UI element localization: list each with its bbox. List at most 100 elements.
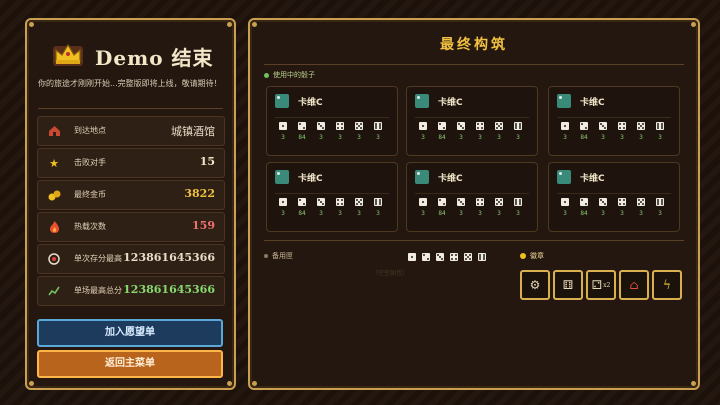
intro-text: 你的旅途才刚刚开始...完整版即将上线，敬请期待！ [38, 79, 222, 88]
die-face-value: 84 [438, 210, 446, 217]
die-face [374, 122, 382, 130]
dice-card[interactable]: 卡维C 3 84 3 3 3 3 [266, 86, 398, 156]
corner-rivet [691, 381, 696, 386]
dice-card-name: 卡维C [298, 98, 323, 108]
stat-value: 123861645366 [123, 283, 215, 296]
corner-rivet [227, 381, 232, 386]
die-face [514, 122, 522, 130]
house-up-icon[interactable]: ⌂ [619, 270, 649, 300]
die-face [476, 198, 484, 206]
die-face [618, 122, 626, 130]
die-face-value: 3 [478, 134, 482, 141]
character-avatar [275, 170, 289, 184]
die-face [637, 122, 645, 130]
die-face-value: 84 [580, 134, 588, 141]
die-face [561, 198, 569, 206]
tavern-icon [47, 124, 61, 138]
die-face [336, 198, 344, 206]
dice-card-name: 卡维C [438, 98, 463, 108]
die-face-value: 3 [281, 210, 285, 217]
dice-card-name: 卡维C [298, 174, 323, 184]
stat-location: 到达地点 城镇酒馆 [37, 116, 225, 146]
stat-value: 城镇酒馆 [171, 125, 215, 138]
die-face [279, 122, 287, 130]
stat-label: 热载次数 [74, 222, 106, 231]
die-face [580, 198, 588, 206]
die-face-value: 3 [639, 134, 643, 141]
dice-x2-icon[interactable]: ⚁ x2 [586, 270, 616, 300]
page-title: Demo 结束 [95, 46, 214, 70]
dice-card[interactable]: 卡维C 3 84 3 3 3 3 [548, 162, 680, 232]
empty-bench-text: （空空如也） [372, 270, 409, 277]
die-face-value: 3 [601, 210, 605, 217]
bench-die[interactable] [436, 253, 444, 261]
bench-label: 备用匣 [264, 251, 293, 261]
die-face-value: 3 [516, 210, 520, 217]
stat-best-total: 单场最高总分 123861645366 [37, 276, 225, 306]
bench-die[interactable] [450, 253, 458, 261]
die-face-value: 84 [298, 210, 306, 217]
badge-label: 徽章 [520, 251, 544, 261]
die-face [514, 198, 522, 206]
target-icon [47, 252, 61, 266]
dice-icon[interactable]: ⚅ [553, 270, 583, 300]
bench-die[interactable] [408, 253, 416, 261]
lightning-icon[interactable]: ϟ [652, 270, 682, 300]
die-face-value: 84 [438, 134, 446, 141]
die-face [457, 122, 465, 130]
die-face-value: 3 [516, 134, 520, 141]
die-face-value: 3 [376, 134, 380, 141]
dice-card[interactable]: 卡维C 3 84 3 3 3 3 [406, 162, 538, 232]
main-menu-button[interactable]: 返回主菜单 [37, 350, 223, 378]
corner-rivet [691, 22, 696, 27]
coins-icon [47, 188, 61, 202]
dice-faces-row: 3 84 3 3 3 3 [275, 117, 389, 150]
die-face-value: 3 [620, 210, 624, 217]
final-build-panel: 最终构筑 使用中的骰子 卡维C 3 84 3 3 3 3 卡维C 3 84 3 3 3 3 卡维C 3 84 3 3… [248, 18, 700, 390]
die-face [599, 122, 607, 130]
die-face [656, 198, 664, 206]
dice-faces-row: 3 84 3 3 3 3 [557, 193, 671, 226]
corner-rivet [252, 22, 257, 27]
stat-value: 123861645366 [123, 251, 215, 264]
bench-die[interactable] [464, 253, 472, 261]
die-face-value: 3 [497, 210, 501, 217]
wishlist-button[interactable]: 加入愿望单 [37, 319, 223, 347]
dice-card-name: 卡维C [438, 174, 463, 184]
divider [38, 108, 223, 109]
bench-die[interactable] [422, 253, 430, 261]
die-face-value: 3 [478, 210, 482, 217]
dice-faces-row: 3 84 3 3 3 3 [415, 117, 529, 150]
die-face [317, 122, 325, 130]
dice-faces-row: 3 84 3 3 3 3 [557, 117, 671, 150]
dice-card[interactable]: 卡维C 3 84 3 3 3 3 [406, 86, 538, 156]
bench-die[interactable] [478, 253, 486, 261]
gear-icon[interactable]: ⚙ [520, 270, 550, 300]
die-face [355, 122, 363, 130]
die-face [419, 198, 427, 206]
dice-faces-row: 3 84 3 3 3 3 [275, 193, 389, 226]
chart-icon [47, 284, 61, 298]
dice-faces-row: 3 84 3 3 3 3 [415, 193, 529, 226]
die-face [279, 198, 287, 206]
stat-value: 3822 [184, 187, 215, 200]
die-face-value: 3 [459, 210, 463, 217]
stat-label: 最终金币 [74, 190, 106, 199]
dice-card-name: 卡维C [580, 98, 605, 108]
die-face [438, 198, 446, 206]
die-face-value: 3 [357, 210, 361, 217]
flame-icon [47, 220, 61, 234]
dice-card[interactable]: 卡维C 3 84 3 3 3 3 [266, 162, 398, 232]
die-face-value: 3 [658, 210, 662, 217]
corner-rivet [252, 381, 257, 386]
die-face [298, 198, 306, 206]
die-face-value: 3 [338, 210, 342, 217]
divider [264, 64, 684, 65]
character-avatar [415, 170, 429, 184]
stat-label: 到达地点 [74, 126, 106, 135]
die-face [476, 122, 484, 130]
dice-card[interactable]: 卡维C 3 84 3 3 3 3 [548, 86, 680, 156]
die-face-value: 3 [563, 210, 567, 217]
stat-label: 单次存分最高 [74, 254, 122, 263]
die-face-value: 3 [281, 134, 285, 141]
